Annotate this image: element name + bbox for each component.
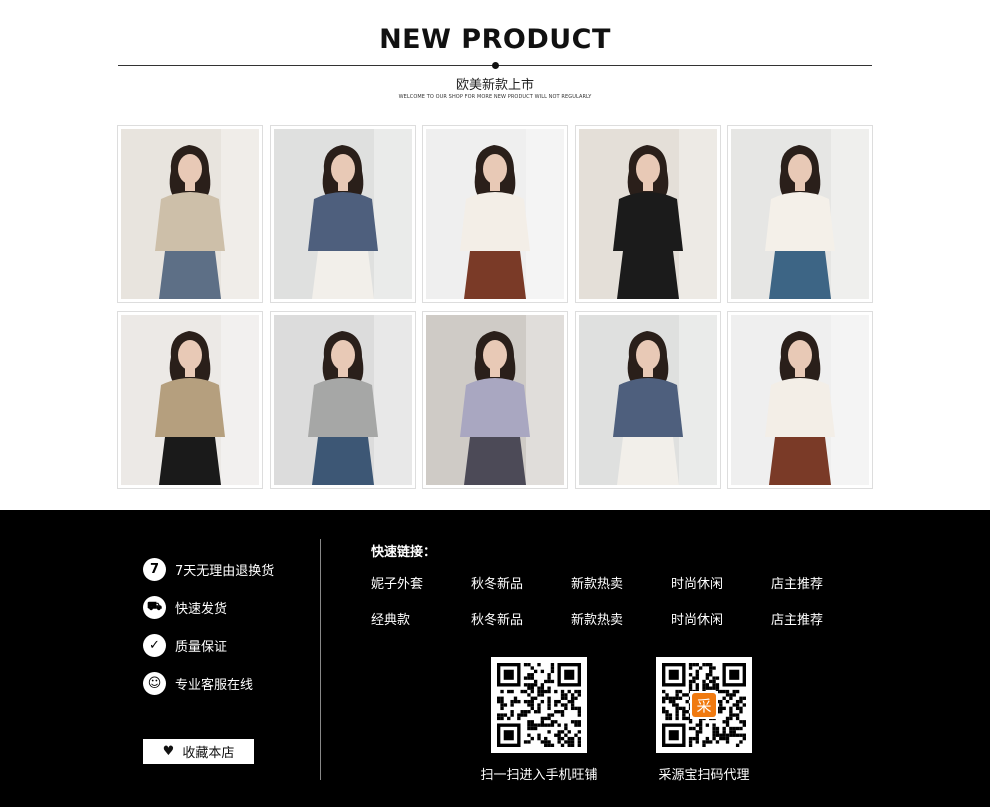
footer: 7 7天无理由退换货 ⛟ 快速发货 ✓ 质量保证 ☺ 专业客服在线 ♥ 收藏本店…	[0, 510, 990, 807]
quick-link[interactable]: 经典款	[371, 609, 410, 628]
quick-link[interactable]: 秋冬新品	[471, 609, 523, 628]
check-icon: ✓	[143, 633, 166, 657]
quick-links-title: 快速链接：	[371, 545, 437, 560]
product-card[interactable]	[269, 125, 416, 303]
quick-link[interactable]: 店主推荐	[771, 609, 823, 628]
product-card[interactable]	[727, 311, 873, 489]
product-grid	[117, 125, 873, 489]
product-image[interactable]	[121, 129, 259, 299]
product-image[interactable]	[578, 315, 717, 485]
qr-code-caption: 扫一扫进入手机旺铺	[480, 768, 598, 783]
product-card[interactable]	[727, 125, 873, 303]
qr-code-icon: 采	[656, 657, 752, 753]
quick-link[interactable]: 时尚休闲	[671, 609, 723, 628]
product-card[interactable]	[117, 125, 263, 303]
quick-link[interactable]: 店主推荐	[771, 573, 823, 592]
quick-link[interactable]: 秋冬新品	[471, 573, 523, 592]
product-image[interactable]	[273, 315, 412, 485]
service-label: 7天无理由退换货	[175, 563, 275, 579]
service-item-support: ☺ 专业客服在线	[143, 671, 253, 695]
quick-link[interactable]: 妮子外套	[371, 573, 423, 592]
footer-divider	[320, 539, 321, 780]
product-card[interactable]	[574, 311, 721, 489]
service-item-returns: 7 7天无理由退换货	[143, 557, 274, 581]
product-card[interactable]	[574, 125, 721, 303]
product-card[interactable]	[422, 125, 568, 303]
qr-code-icon	[491, 657, 587, 753]
product-image[interactable]	[121, 315, 259, 485]
page-subtitle: 欧美新款上市	[455, 78, 534, 93]
product-card[interactable]	[422, 311, 568, 489]
heart-icon: ♥	[162, 744, 175, 759]
service-label: 质量保证	[175, 639, 228, 655]
service-label: 快速发货	[175, 601, 228, 617]
page-title: NEW PRODUCT	[379, 24, 611, 55]
qr-code-mobile-shop	[491, 657, 587, 753]
page-tagline: WELCOME TO OUR SHOP FOR MORE NEW PRODUCT…	[398, 94, 592, 100]
qr-code-agent: 采	[656, 657, 752, 753]
quick-link[interactable]: 新款热卖	[571, 609, 623, 628]
truck-icon: ⛟	[143, 595, 166, 619]
service-item-quality: ✓ 质量保证	[143, 633, 227, 657]
product-image[interactable]	[578, 129, 717, 299]
title-rule-dot	[492, 62, 499, 69]
product-card[interactable]	[117, 311, 263, 489]
quick-link[interactable]: 新款热卖	[571, 573, 623, 592]
service-item-shipping: ⛟ 快速发货	[143, 595, 227, 619]
favorite-shop-label: 收藏本店	[182, 746, 235, 761]
chat-icon: ☺	[143, 671, 166, 695]
product-image[interactable]	[731, 315, 869, 485]
favorite-shop-button[interactable]: ♥ 收藏本店	[143, 739, 254, 764]
product-image[interactable]	[426, 315, 564, 485]
qr-code-caption: 采源宝扫码代理	[658, 768, 750, 783]
product-image[interactable]	[273, 129, 412, 299]
service-label: 专业客服在线	[175, 677, 254, 693]
product-card[interactable]	[269, 311, 416, 489]
product-image[interactable]	[426, 129, 564, 299]
quick-link[interactable]: 时尚休闲	[671, 573, 723, 592]
product-image[interactable]	[731, 129, 869, 299]
svg-text:采: 采	[696, 697, 711, 715]
seven-days-icon: 7	[143, 557, 166, 581]
